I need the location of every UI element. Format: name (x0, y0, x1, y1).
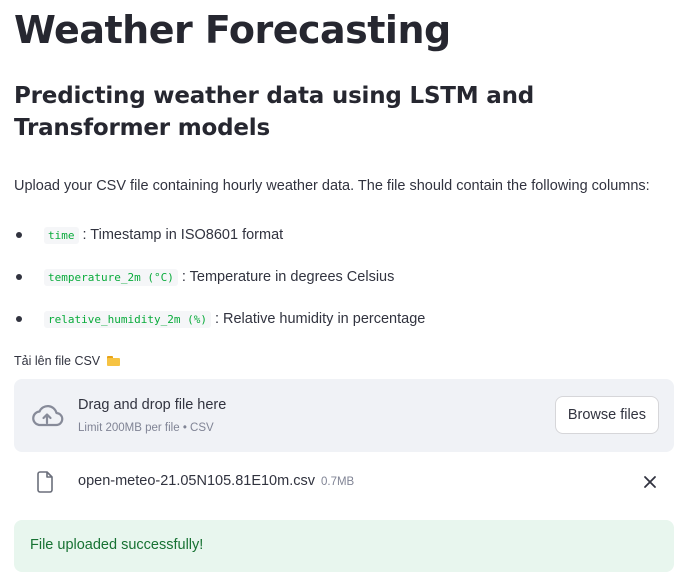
bullet-icon (16, 232, 22, 238)
column-description: : Temperature in degrees Celsius (181, 269, 395, 285)
column-code: temperature_2m (°C) (44, 268, 178, 286)
column-description: : Timestamp in ISO8601 format (82, 227, 284, 243)
page-subtitle: Predicting weather data using LSTM and T… (14, 83, 535, 141)
file-info: open-meteo-21.05N105.81E10m.csv 0.7MB (78, 473, 354, 489)
file-icon (37, 471, 53, 493)
dropzone-hint: Limit 200MB per file • CSV (78, 422, 214, 434)
cloud-upload-icon (32, 405, 64, 427)
uploader-label: Tải lên file CSV (14, 354, 121, 368)
column-list: time : Timestamp in ISO8601 format tempe… (14, 214, 425, 340)
close-icon[interactable] (642, 474, 658, 490)
column-code: time (44, 226, 79, 244)
bullet-icon (16, 316, 22, 322)
success-message: File uploaded successfully! (30, 537, 204, 553)
folder-icon (107, 356, 121, 366)
file-name: open-meteo-21.05N105.81E10m.csv (78, 473, 315, 489)
bullet-icon (16, 274, 22, 280)
dropzone-title: Drag and drop file here (78, 397, 227, 413)
browse-files-button[interactable]: Browse files (554, 396, 659, 434)
success-alert: File uploaded successfully! (14, 520, 674, 572)
file-size: 0.7MB (320, 476, 355, 488)
intro-text: Upload your CSV file containing hourly w… (14, 178, 650, 194)
uploader-label-text: Tải lên file CSV (14, 354, 101, 368)
file-dropzone[interactable]: Drag and drop file here Limit 200MB per … (14, 379, 674, 452)
column-code: relative_humidity_2m (%) (44, 310, 211, 328)
page-title: Weather Forecasting (14, 8, 451, 52)
column-description: : Relative humidity in percentage (214, 311, 426, 327)
list-item: temperature_2m (°C) : Temperature in deg… (14, 256, 425, 298)
list-item: relative_humidity_2m (%) : Relative humi… (14, 298, 425, 340)
list-item: time : Timestamp in ISO8601 format (14, 214, 425, 256)
uploaded-file-row: open-meteo-21.05N105.81E10m.csv 0.7MB (14, 462, 674, 502)
